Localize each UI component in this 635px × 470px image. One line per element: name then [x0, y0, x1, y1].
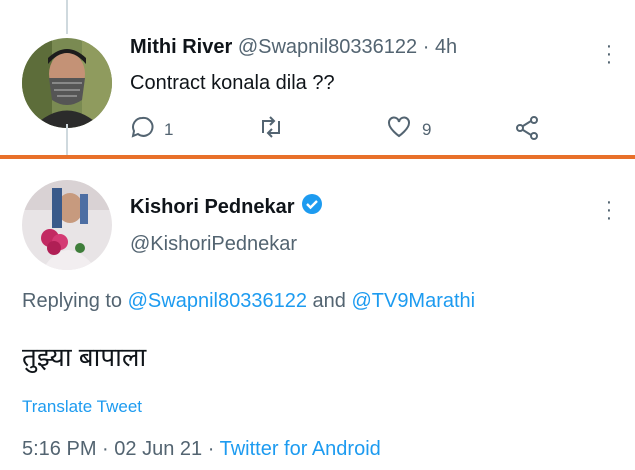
- dot-separator: ·: [422, 36, 430, 58]
- reply-button[interactable]: 1: [130, 115, 173, 144]
- like-icon: [386, 115, 412, 144]
- dot-separator: ·: [207, 438, 215, 460]
- verified-badge-icon: [301, 193, 323, 221]
- replying-user-link-1[interactable]: @Swapnil80336122: [128, 290, 307, 312]
- retweet-button[interactable]: [258, 115, 284, 144]
- replying-prefix: Replying to: [22, 290, 123, 312]
- reply-author-name[interactable]: Mithi River: [130, 36, 232, 58]
- replying-user-link-2[interactable]: @TV9Marathi: [351, 290, 475, 312]
- like-button[interactable]: 9: [386, 115, 431, 144]
- main-tweet-text: तुझ्या बापाला: [22, 342, 147, 372]
- retweet-icon: [258, 115, 284, 144]
- tweet-date[interactable]: 02 Jun 21: [114, 438, 202, 460]
- reply-tweet-text: Contract konala dila ??: [130, 72, 335, 94]
- highlight-separator: [0, 155, 635, 159]
- tweet-metadata: 5:16 PM · 02 Jun 21 · Twitter for Androi…: [22, 438, 381, 461]
- thread-line-mid: [66, 124, 68, 158]
- thread-line-top: [66, 0, 68, 34]
- dot-separator: ·: [102, 438, 109, 460]
- main-author-handle[interactable]: @KishoriPednekar: [130, 233, 297, 256]
- tweet-source[interactable]: Twitter for Android: [220, 438, 381, 460]
- replying-to: Replying to @Swapnil80336122 and @TV9Mar…: [22, 290, 475, 313]
- reply-tweet-actions: 1 9: [130, 115, 550, 143]
- avatar-mithi-river[interactable]: [22, 38, 112, 128]
- more-icon[interactable]: · · ·: [604, 192, 614, 228]
- like-count: 9: [422, 119, 432, 139]
- reply-author-handle[interactable]: @Swapnil80336122: [238, 36, 417, 58]
- share-button[interactable]: [514, 115, 540, 146]
- reply-count: 1: [164, 119, 174, 139]
- avatar-kishori-pednekar[interactable]: [22, 180, 112, 270]
- more-icon[interactable]: · · ·: [604, 36, 614, 72]
- translate-tweet-link[interactable]: Translate Tweet: [22, 397, 142, 417]
- main-author-name[interactable]: Kishori Pednekar: [130, 196, 295, 219]
- tweet-time[interactable]: 5:16 PM: [22, 438, 96, 460]
- main-author-name-row[interactable]: Kishori Pednekar: [130, 193, 323, 221]
- reply-icon: [130, 115, 154, 144]
- reply-timestamp[interactable]: 4h: [435, 36, 457, 58]
- reply-tweet-header: Mithi River @Swapnil80336122 · 4h: [130, 36, 457, 59]
- share-icon: [514, 115, 540, 146]
- replying-and: and: [312, 290, 346, 312]
